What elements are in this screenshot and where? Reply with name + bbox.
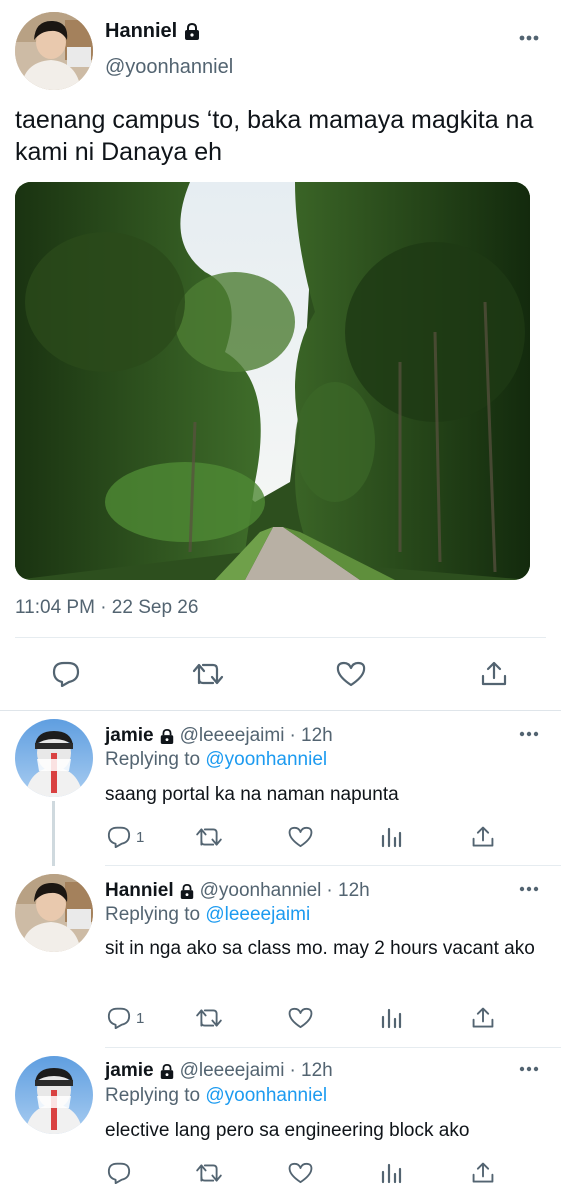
retweet-button[interactable] [195, 822, 223, 852]
reply-icon [52, 661, 80, 687]
like-icon [336, 661, 366, 687]
mention-link[interactable]: @yoonhanniel [205, 749, 327, 770]
hanniel-avatar-image [15, 874, 93, 952]
reply-header: jamie @leeeejaimi · 12h [105, 725, 333, 747]
share-icon [472, 1007, 494, 1028]
like-button[interactable] [336, 654, 366, 694]
retweet-icon [196, 1164, 222, 1182]
like-icon [288, 1162, 313, 1184]
display-name[interactable]: Hanniel [105, 20, 201, 43]
retweet-icon [196, 1009, 222, 1027]
retweet-icon [192, 663, 224, 685]
forest-road-image [15, 182, 530, 580]
share-button[interactable] [471, 1158, 495, 1188]
reply-button[interactable]: 1 [107, 822, 144, 852]
reply-header: Hanniel @yoonhanniel · 12h [105, 880, 370, 902]
display-name[interactable]: jamie [105, 725, 154, 747]
replying-to-label: Replying to [105, 1085, 206, 1106]
more-options-icon[interactable] [518, 34, 540, 42]
reply-text: sit in nga ako sa class mo. may 2 hours … [105, 938, 535, 959]
lock-icon [160, 1063, 173, 1079]
more-options-icon[interactable] [518, 730, 540, 738]
handle[interactable]: @yoonhanniel [105, 56, 233, 79]
reply-actions: 1 [0, 1003, 561, 1033]
share-icon [481, 661, 507, 686]
retweet-icon [196, 828, 222, 846]
more-options-icon[interactable] [518, 1065, 540, 1073]
retweet-button[interactable] [192, 654, 224, 694]
reply-button[interactable] [107, 1158, 136, 1188]
tweet-timestamp[interactable]: 11:04 PM · 22 Sep 26 [15, 597, 198, 619]
display-name-text[interactable]: Hanniel [105, 20, 177, 43]
like-button[interactable] [288, 822, 313, 852]
share-icon [472, 1162, 494, 1183]
reply-button[interactable]: 1 [107, 1003, 144, 1033]
like-icon [288, 826, 313, 848]
handle[interactable]: @leeeejaimi [180, 725, 285, 747]
retweet-button[interactable] [195, 1158, 223, 1188]
reply-time[interactable]: · 12h [326, 880, 369, 902]
reply-count: 1 [136, 828, 145, 846]
reply-actions: 1 [0, 822, 561, 852]
reply-icon [107, 826, 131, 848]
lock-icon [160, 728, 173, 744]
like-button[interactable] [288, 1003, 313, 1033]
mention-link[interactable]: @yoonhanniel [205, 1085, 327, 1106]
replying-to: Replying to @leeeejaimi [105, 904, 310, 926]
replying-to-label: Replying to [105, 904, 206, 925]
hanniel-avatar-image [15, 12, 93, 90]
analytics-icon [381, 1163, 402, 1184]
reply-icon [107, 1162, 131, 1184]
share-button[interactable] [480, 654, 508, 694]
handle[interactable]: @yoonhanniel [200, 880, 322, 902]
reply-text: elective lang pero sa engineering block … [105, 1120, 470, 1141]
tweet-actions [0, 654, 561, 694]
retweet-button[interactable] [195, 1003, 223, 1033]
replying-to: Replying to @yoonhanniel [105, 1085, 327, 1107]
analytics-button[interactable] [380, 1158, 402, 1188]
share-button[interactable] [471, 1003, 495, 1033]
mention-link[interactable]: @leeeejaimi [205, 904, 310, 925]
tweet-text: taenang campus ‘to, baka mamaya magkita … [15, 106, 534, 166]
replying-to-label: Replying to [105, 749, 206, 770]
display-name[interactable]: jamie [105, 1060, 154, 1082]
more-options-icon[interactable] [518, 885, 540, 893]
like-icon [288, 1007, 313, 1029]
main-tweet-header: Hanniel @yoonhanniel [0, 0, 561, 100]
avatar[interactable] [15, 12, 93, 90]
reply-time[interactable]: · 12h [289, 725, 332, 747]
handle[interactable]: @leeeejaimi [180, 1060, 285, 1082]
avatar[interactable] [15, 719, 93, 797]
reply-header: jamie @leeeejaimi · 12h [105, 1060, 333, 1082]
analytics-button[interactable] [380, 822, 402, 852]
reply-tweet[interactable]: jamie @leeeejaimi · 12h Replying to @yoo… [0, 711, 561, 866]
reply-button[interactable] [52, 654, 80, 694]
reply-tweet[interactable]: jamie @leeeejaimi · 12h Replying to @yoo… [0, 1048, 561, 1200]
analytics-icon [381, 1008, 402, 1029]
display-name[interactable]: Hanniel [105, 880, 174, 902]
reply-text: saang portal ka na naman napunta [105, 784, 399, 805]
reply-icon [107, 1007, 131, 1029]
avatar[interactable] [15, 874, 93, 952]
reply-time[interactable]: · 12h [289, 1060, 332, 1082]
avatar[interactable] [15, 1056, 93, 1134]
replying-to: Replying to @yoonhanniel [105, 749, 327, 771]
reply-tweet[interactable]: Hanniel @yoonhanniel · 12h Replying to @… [0, 866, 561, 1048]
tweet-photo[interactable] [15, 182, 530, 580]
jamie-avatar-image [15, 1056, 93, 1134]
divider [15, 637, 546, 638]
tweet-detail-page: Hanniel @yoonhanniel taenang campus ‘to,… [0, 0, 561, 1200]
analytics-icon [381, 827, 402, 848]
like-button[interactable] [288, 1158, 313, 1188]
lock-icon [180, 883, 193, 899]
jamie-avatar-image [15, 719, 93, 797]
reply-count: 1 [136, 1009, 145, 1027]
analytics-button[interactable] [380, 1003, 402, 1033]
share-icon [472, 826, 494, 847]
lock-icon [185, 22, 200, 40]
share-button[interactable] [471, 822, 495, 852]
reply-actions [0, 1158, 561, 1188]
